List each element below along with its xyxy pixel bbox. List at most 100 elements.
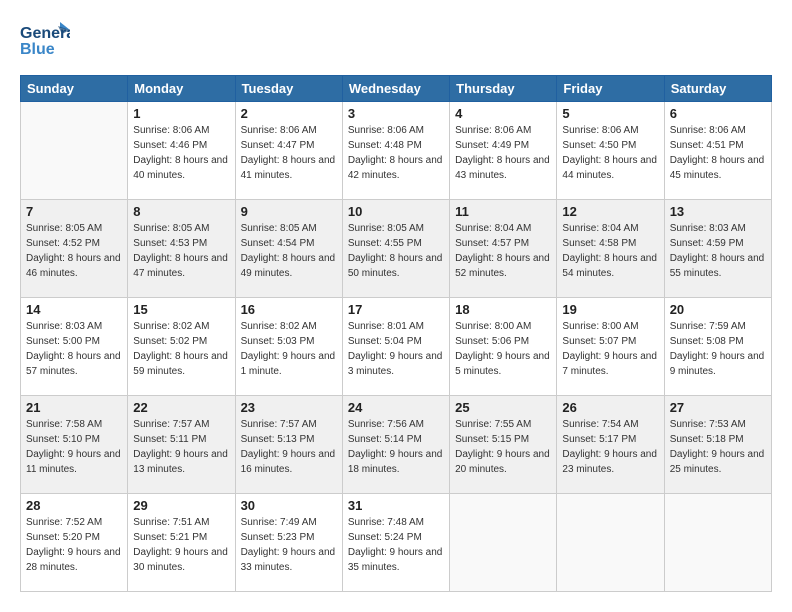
day-cell: 6 Sunrise: 8:06 AMSunset: 4:51 PMDaylight… (664, 102, 771, 200)
day-cell: 19Sunrise: 8:00 AMSunset: 5:07 PMDayligh… (557, 298, 664, 396)
day-cell (664, 494, 771, 592)
day-number: 24 (348, 400, 444, 415)
day-number: 12 (562, 204, 658, 219)
day-number: 6 (670, 106, 766, 121)
day-cell: 23 Sunrise: 7:57 AMSunset: 5:13 PMDayligh… (235, 396, 342, 494)
day-header: Saturday (664, 76, 771, 102)
day-info: Sunrise: 7:49 AMSunset: 5:23 PMDaylight:… (241, 515, 337, 575)
logo: General Blue (20, 20, 70, 63)
day-number: 10 (348, 204, 444, 219)
day-cell: 3 Sunrise: 8:06 AMSunset: 4:48 PMDaylight… (342, 102, 449, 200)
day-number: 25 (455, 400, 551, 415)
day-cell: 1 Sunrise: 8:06 AMSunset: 4:46 PMDaylight… (128, 102, 235, 200)
day-cell (450, 494, 557, 592)
day-info: Sunrise: 8:04 AMSunset: 4:57 PMDaylight:… (455, 221, 551, 281)
day-cell: 14Sunrise: 8:03 AMSunset: 5:00 PMDayligh… (21, 298, 128, 396)
day-cell: 20Sunrise: 7:59 AMSunset: 5:08 PMDayligh… (664, 298, 771, 396)
day-number: 11 (455, 204, 551, 219)
day-header: Friday (557, 76, 664, 102)
day-number: 3 (348, 106, 444, 121)
day-cell: 17Sunrise: 8:01 AMSunset: 5:04 PMDayligh… (342, 298, 449, 396)
header-row: SundayMondayTuesdayWednesdayThursdayFrid… (21, 76, 772, 102)
day-cell: 25 Sunrise: 7:55 AMSunset: 5:15 PMDayligh… (450, 396, 557, 494)
week-row: 21 Sunrise: 7:58 AMSunset: 5:10 PMDayligh… (21, 396, 772, 494)
day-cell: 29 Sunrise: 7:51 AMSunset: 5:21 PMDayligh… (128, 494, 235, 592)
day-cell: 22 Sunrise: 7:57 AMSunset: 5:11 PMDayligh… (128, 396, 235, 494)
day-info: Sunrise: 8:00 AMSunset: 5:06 PMDaylight:… (455, 319, 551, 379)
day-info: Sunrise: 8:01 AMSunset: 5:04 PMDaylight:… (348, 319, 444, 379)
day-number: 23 (241, 400, 337, 415)
day-number: 4 (455, 106, 551, 121)
day-info: Sunrise: 8:03 AMSunset: 4:59 PMDaylight:… (670, 221, 766, 281)
day-cell: 27 Sunrise: 7:53 AMSunset: 5:18 PMDayligh… (664, 396, 771, 494)
day-info: Sunrise: 8:02 AMSunset: 5:03 PMDaylight:… (241, 319, 337, 379)
day-cell: 16 Sunrise: 8:02 AMSunset: 5:03 PMDayligh… (235, 298, 342, 396)
day-number: 5 (562, 106, 658, 121)
week-row: 14Sunrise: 8:03 AMSunset: 5:00 PMDayligh… (21, 298, 772, 396)
page: General Blue SundayMondayTuesdayWednesda… (0, 0, 792, 612)
day-number: 28 (26, 498, 122, 513)
day-header: Wednesday (342, 76, 449, 102)
day-info: Sunrise: 8:06 AMSunset: 4:46 PMDaylight:… (133, 123, 229, 183)
header: General Blue (20, 20, 772, 63)
day-cell: 13 Sunrise: 8:03 AMSunset: 4:59 PMDayligh… (664, 200, 771, 298)
day-info: Sunrise: 7:56 AMSunset: 5:14 PMDaylight:… (348, 417, 444, 477)
day-number: 31 (348, 498, 444, 513)
day-cell (557, 494, 664, 592)
day-number: 22 (133, 400, 229, 415)
day-cell: 12 Sunrise: 8:04 AMSunset: 4:58 PMDayligh… (557, 200, 664, 298)
week-row: 7 Sunrise: 8:05 AMSunset: 4:52 PMDaylight… (21, 200, 772, 298)
day-cell: 8Sunrise: 8:05 AMSunset: 4:53 PMDaylight… (128, 200, 235, 298)
day-number: 13 (670, 204, 766, 219)
day-header: Thursday (450, 76, 557, 102)
day-info: Sunrise: 7:57 AMSunset: 5:11 PMDaylight:… (133, 417, 229, 477)
day-info: Sunrise: 8:05 AMSunset: 4:53 PMDaylight:… (133, 221, 229, 281)
day-info: Sunrise: 8:05 AMSunset: 4:52 PMDaylight:… (26, 221, 122, 281)
day-info: Sunrise: 8:05 AMSunset: 4:55 PMDaylight:… (348, 221, 444, 281)
day-info: Sunrise: 7:59 AMSunset: 5:08 PMDaylight:… (670, 319, 766, 379)
day-info: Sunrise: 8:05 AMSunset: 4:54 PMDaylight:… (241, 221, 337, 281)
day-info: Sunrise: 8:06 AMSunset: 4:50 PMDaylight:… (562, 123, 658, 183)
day-info: Sunrise: 8:03 AMSunset: 5:00 PMDaylight:… (26, 319, 122, 379)
day-cell: 5 Sunrise: 8:06 AMSunset: 4:50 PMDaylight… (557, 102, 664, 200)
day-number: 18 (455, 302, 551, 317)
day-info: Sunrise: 7:48 AMSunset: 5:24 PMDaylight:… (348, 515, 444, 575)
week-row: 1 Sunrise: 8:06 AMSunset: 4:46 PMDaylight… (21, 102, 772, 200)
day-info: Sunrise: 7:53 AMSunset: 5:18 PMDaylight:… (670, 417, 766, 477)
day-number: 1 (133, 106, 229, 121)
day-cell: 10 Sunrise: 8:05 AMSunset: 4:55 PMDayligh… (342, 200, 449, 298)
day-cell: 28 Sunrise: 7:52 AMSunset: 5:20 PMDayligh… (21, 494, 128, 592)
day-info: Sunrise: 8:06 AMSunset: 4:47 PMDaylight:… (241, 123, 337, 183)
day-number: 7 (26, 204, 122, 219)
day-cell (21, 102, 128, 200)
day-info: Sunrise: 7:52 AMSunset: 5:20 PMDaylight:… (26, 515, 122, 575)
day-number: 26 (562, 400, 658, 415)
day-header: Tuesday (235, 76, 342, 102)
day-cell: 21 Sunrise: 7:58 AMSunset: 5:10 PMDayligh… (21, 396, 128, 494)
day-cell: 2Sunrise: 8:06 AMSunset: 4:47 PMDaylight… (235, 102, 342, 200)
day-cell: 18 Sunrise: 8:00 AMSunset: 5:06 PMDayligh… (450, 298, 557, 396)
day-header: Monday (128, 76, 235, 102)
day-info: Sunrise: 7:58 AMSunset: 5:10 PMDaylight:… (26, 417, 122, 477)
day-cell: 24 Sunrise: 7:56 AMSunset: 5:14 PMDayligh… (342, 396, 449, 494)
day-number: 16 (241, 302, 337, 317)
day-info: Sunrise: 8:06 AMSunset: 4:48 PMDaylight:… (348, 123, 444, 183)
day-number: 27 (670, 400, 766, 415)
week-row: 28 Sunrise: 7:52 AMSunset: 5:20 PMDayligh… (21, 494, 772, 592)
day-info: Sunrise: 8:04 AMSunset: 4:58 PMDaylight:… (562, 221, 658, 281)
day-cell: 7 Sunrise: 8:05 AMSunset: 4:52 PMDaylight… (21, 200, 128, 298)
day-cell: 30 Sunrise: 7:49 AMSunset: 5:23 PMDayligh… (235, 494, 342, 592)
day-cell: 31 Sunrise: 7:48 AMSunset: 5:24 PMDayligh… (342, 494, 449, 592)
day-info: Sunrise: 7:55 AMSunset: 5:15 PMDaylight:… (455, 417, 551, 477)
day-number: 21 (26, 400, 122, 415)
day-header: Sunday (21, 76, 128, 102)
logo-icon: General Blue (20, 20, 70, 63)
day-number: 19 (562, 302, 658, 317)
day-info: Sunrise: 7:51 AMSunset: 5:21 PMDaylight:… (133, 515, 229, 575)
day-number: 30 (241, 498, 337, 513)
day-info: Sunrise: 7:57 AMSunset: 5:13 PMDaylight:… (241, 417, 337, 477)
day-cell: 11 Sunrise: 8:04 AMSunset: 4:57 PMDayligh… (450, 200, 557, 298)
day-info: Sunrise: 8:06 AMSunset: 4:51 PMDaylight:… (670, 123, 766, 183)
day-number: 29 (133, 498, 229, 513)
day-number: 15 (133, 302, 229, 317)
